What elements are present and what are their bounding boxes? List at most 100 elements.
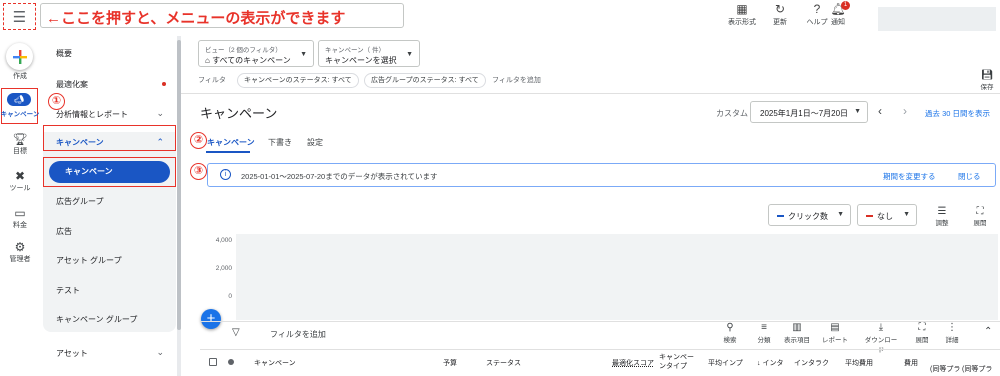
- date-range-dropdown[interactable]: 2025年1月1日～7月20日 ▼: [750, 101, 868, 123]
- expand-chart-button[interactable]: ⛶ 展開: [967, 206, 993, 227]
- create-button[interactable]: [6, 43, 33, 70]
- notification-button[interactable]: 🔔︎ 通知: [818, 2, 858, 27]
- alert-dot: [162, 82, 166, 86]
- rail-create-label: 作成: [13, 73, 27, 80]
- info-icon: i: [220, 169, 231, 180]
- page-title: キャンペーン: [200, 106, 278, 121]
- trophy-icon: 🏆︎: [12, 132, 28, 146]
- nav-ads[interactable]: 広告: [56, 226, 72, 237]
- nav-assets[interactable]: アセット: [56, 348, 88, 359]
- metric1-dropdown[interactable]: クリック数 ▼: [768, 204, 851, 226]
- menu-hint-annotation: ←ここを押すと、メニューの表示ができます: [46, 10, 346, 27]
- notification-badge: 1: [841, 1, 850, 10]
- view-format-button[interactable]: ▦ 表示形式: [722, 2, 762, 27]
- expand-icon: ⛶: [918, 322, 926, 333]
- close-banner-link[interactable]: 閉じる: [958, 171, 981, 182]
- filter-chip-campaign-status[interactable]: キャンペーンのステータス: すべて: [237, 73, 359, 88]
- select-all-checkbox[interactable]: [209, 358, 217, 366]
- filter-icon[interactable]: ▽: [232, 327, 240, 338]
- rail-campaign-label[interactable]: キャンペーン: [0, 108, 40, 118]
- rail-goals[interactable]: 🏆︎ 目標: [0, 132, 40, 156]
- sliders-icon: ☰: [937, 206, 947, 217]
- col-campaign-type[interactable]: キャンペーンタイプ: [659, 353, 695, 371]
- collapse-icon[interactable]: ⌃: [984, 326, 992, 337]
- credit-card-icon: ▭: [14, 206, 26, 220]
- rail-tools[interactable]: ✖ ツール: [0, 169, 40, 193]
- view-icon: ▦: [736, 2, 748, 16]
- nav-recommendations[interactable]: 最適化案: [56, 79, 88, 90]
- col-optimization-score[interactable]: 最適化スコア: [612, 358, 654, 368]
- chart-icon: ▤: [830, 322, 840, 333]
- status-dot-icon: [228, 359, 234, 365]
- columns-tool[interactable]: ▥ 表示項目: [780, 322, 814, 344]
- y-tick-label: 4,000: [216, 237, 233, 244]
- change-period-link[interactable]: 期間を変更する: [883, 171, 936, 182]
- caret-down-icon: ▼: [854, 108, 861, 115]
- col-avg-impr[interactable]: 平均インプ: [708, 358, 743, 368]
- tab-drafts[interactable]: 下書き: [268, 137, 292, 148]
- refresh-button[interactable]: ↻ 更新: [760, 2, 800, 27]
- tab-settings[interactable]: 設定: [307, 137, 323, 148]
- chart-plot-area: [236, 234, 998, 320]
- add-campaign-fab[interactable]: +: [201, 309, 221, 329]
- expand-tool[interactable]: ⛶ 展開: [905, 322, 939, 344]
- next-period-button[interactable]: ›: [903, 104, 907, 118]
- annotation-3: ③: [190, 163, 207, 180]
- nav-campaigns[interactable]: キャンペーン: [49, 161, 170, 183]
- nav-scrollbar-thumb[interactable]: [177, 40, 181, 330]
- col-interaction-rate[interactable]: インタラク: [794, 358, 829, 368]
- annotation-1: ①: [48, 93, 65, 110]
- caret-down-icon: ▼: [406, 51, 413, 58]
- account-box[interactable]: [878, 7, 996, 31]
- custom-label: カスタム: [716, 109, 748, 118]
- metric2-dropdown[interactable]: なし ▼: [857, 204, 917, 226]
- view-filter-dropdown[interactable]: ビュー（2 個のフィルタ） ⌂ すべてのキャンペーン ▼: [198, 40, 314, 67]
- y-tick-label: 2,000: [216, 265, 233, 272]
- active-tab-indicator: [206, 151, 250, 153]
- nav-campaign-group[interactable]: キャンペーン: [56, 137, 104, 148]
- nav-asset-groups[interactable]: アセット グループ: [56, 255, 122, 266]
- series-color-swatch: [777, 215, 784, 217]
- last-30-days-link[interactable]: 過去 30 日間を表示: [925, 108, 990, 119]
- rail-billing[interactable]: ▭ 料金: [0, 206, 40, 230]
- col-budget[interactable]: 予算: [443, 358, 457, 368]
- nav-tests[interactable]: テスト: [56, 285, 80, 296]
- segment-icon: ≡: [761, 322, 767, 333]
- col-campaign[interactable]: キャンペーン: [254, 358, 296, 368]
- tab-campaigns[interactable]: キャンペーン: [207, 137, 255, 148]
- wrench-icon: ✖: [14, 169, 26, 183]
- expand-icon: ⛶: [976, 206, 984, 217]
- reports-tool[interactable]: ▤ レポート: [818, 322, 852, 344]
- save-button[interactable]: 💾︎ 保存: [976, 70, 998, 91]
- annotation-2: ②: [190, 132, 207, 149]
- col-status[interactable]: ステータス: [486, 358, 521, 368]
- adjust-button[interactable]: ☰ 調整: [929, 206, 955, 227]
- segment-tool[interactable]: ≡ 分類: [747, 322, 781, 344]
- prev-period-button[interactable]: ‹: [878, 104, 882, 118]
- more-tool[interactable]: ⋮ 詳細: [935, 322, 969, 344]
- table-add-filter[interactable]: フィルタを追加: [270, 329, 326, 340]
- col-conv-2[interactable]: (同等プラ: [962, 364, 992, 374]
- col-conv-1[interactable]: (同等プラ: [930, 364, 960, 374]
- nav-campaign-groups[interactable]: キャンペーン グループ: [56, 314, 137, 325]
- add-filter-link[interactable]: フィルタを追加: [492, 75, 541, 85]
- nav-insights[interactable]: 分析情報とレポート: [56, 109, 128, 120]
- nav-overview[interactable]: 概要: [56, 48, 72, 59]
- rail-admin[interactable]: ⚙ 管理者: [0, 240, 40, 264]
- hamburger-icon: ☰: [12, 8, 27, 26]
- campaign-megaphone-icon[interactable]: 📣︎: [7, 93, 31, 106]
- chevron-down-icon: ⌄: [156, 347, 164, 357]
- filter-chip-adgroup-status[interactable]: 広告グループのステータス: すべて: [364, 73, 486, 88]
- search-tool[interactable]: ⚲ 検索: [713, 322, 747, 344]
- nav-ad-groups[interactable]: 広告グループ: [56, 196, 104, 207]
- col-cost[interactable]: 費用: [904, 358, 918, 368]
- filter-label: フィルタ: [198, 77, 226, 84]
- columns-icon: ▥: [792, 322, 802, 333]
- menu-button[interactable]: ☰: [3, 3, 36, 30]
- save-icon: 💾︎: [980, 70, 994, 81]
- campaign-select-dropdown[interactable]: キャンペーン（ 件） キャンペーンを選択 ▼: [318, 40, 420, 67]
- download-icon: ⤓: [878, 322, 884, 333]
- col-interactions[interactable]: ↓ インタ: [757, 358, 783, 368]
- y-tick-label: 0: [228, 293, 232, 300]
- col-avg-cost[interactable]: 平均費用: [845, 358, 873, 368]
